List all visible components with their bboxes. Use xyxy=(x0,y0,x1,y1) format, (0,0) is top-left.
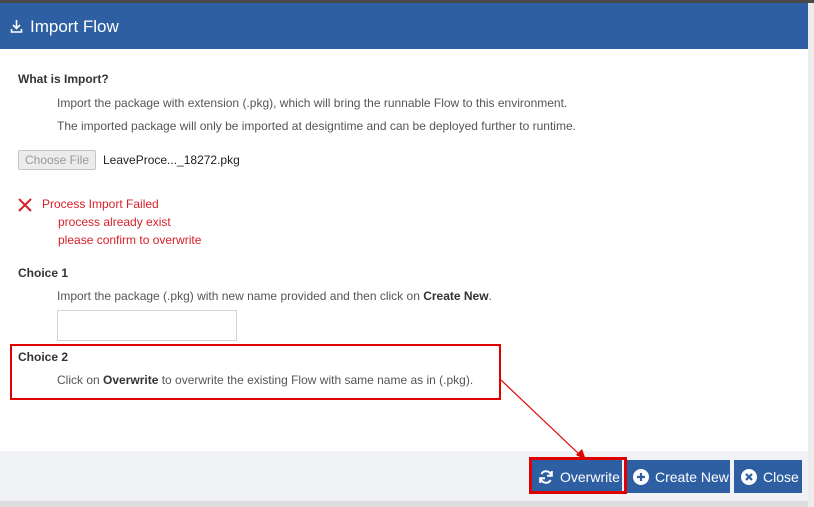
annotation-arrow xyxy=(500,379,586,460)
